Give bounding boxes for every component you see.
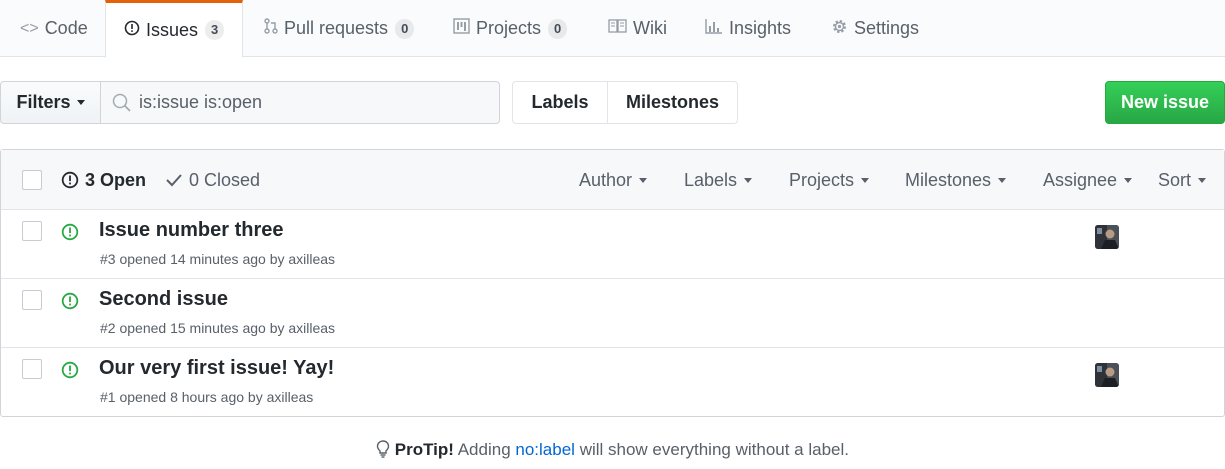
no-label-link[interactable]: no:label <box>515 440 575 459</box>
issue-meta: #2 opened 15 minutes ago by axilleas <box>100 320 336 336</box>
milestones-filter-label: Milestones <box>905 169 992 190</box>
labels-filter[interactable]: Labels <box>684 150 753 210</box>
labels-button[interactable]: Labels <box>512 81 608 124</box>
issue-meta: #3 opened 14 minutes ago by axilleas <box>100 251 336 267</box>
assignee-filter[interactable]: Assignee <box>1043 150 1133 210</box>
tab-code[interactable]: <> Code <box>20 0 88 57</box>
assignee-filter-label: Assignee <box>1043 169 1118 190</box>
issue-row: Our very first issue! Yay! #1 opened 8 h… <box>1 348 1224 417</box>
issue-checkbox[interactable] <box>22 359 42 379</box>
projects-filter-label: Projects <box>789 169 855 190</box>
tab-wiki-label: Wiki <box>633 18 667 38</box>
light-bulb-icon <box>376 440 390 458</box>
assignee-avatar[interactable] <box>1095 225 1119 249</box>
protip-text-after: will show everything without a label. <box>579 440 849 459</box>
issue-checkbox[interactable] <box>22 221 42 241</box>
closed-issues-toggle[interactable]: 0 Closed <box>165 150 260 210</box>
issue-meta: #1 opened 8 hours ago by axilleas <box>100 389 314 405</box>
issue-opened-icon <box>61 292 79 315</box>
assignee-avatar[interactable] <box>1095 363 1119 387</box>
graph-icon <box>705 18 723 39</box>
protip: ProTip! Adding no:label will show everyt… <box>0 440 1225 460</box>
tab-issues-label: Issues <box>146 19 199 40</box>
milestones-button[interactable]: Milestones <box>608 81 738 124</box>
sort-label: Sort <box>1158 169 1192 190</box>
project-icon <box>453 18 470 39</box>
author-filter[interactable]: Author <box>579 150 648 210</box>
tab-pull-requests-label: Pull requests <box>284 18 389 38</box>
labels-filter-label: Labels <box>684 169 738 190</box>
issue-opened-icon <box>124 20 140 41</box>
issue-title-link[interactable]: Our very first issue! Yay! <box>99 357 334 380</box>
chevron-down-icon <box>1124 177 1133 183</box>
issues-count-badge: 3 <box>205 20 225 40</box>
tab-issues[interactable]: Issues 3 <box>105 0 244 58</box>
issue-opened-icon <box>61 361 79 384</box>
chevron-down-icon <box>1198 177 1207 183</box>
repo-tab-nav: <> Code Issues 3 Pull requests 0 Project… <box>0 0 1225 58</box>
search-icon <box>111 92 133 114</box>
search-input[interactable] <box>139 92 489 113</box>
open-count-label: 3 Open <box>85 169 147 190</box>
tab-settings-label: Settings <box>854 18 920 38</box>
labels-milestones-group: Labels Milestones <box>512 81 738 124</box>
chevron-down-icon <box>861 177 870 183</box>
issue-opened-icon <box>61 223 79 246</box>
tab-settings[interactable]: Settings <box>831 0 919 57</box>
chevron-down-icon <box>76 100 85 105</box>
projects-filter[interactable]: Projects <box>789 150 870 210</box>
new-issue-button[interactable]: New issue <box>1105 81 1225 124</box>
book-icon <box>608 18 627 39</box>
tab-code-label: Code <box>44 18 88 38</box>
filters-button[interactable]: Filters <box>0 81 101 124</box>
tab-projects-label: Projects <box>476 18 542 38</box>
check-icon <box>166 174 182 187</box>
issue-checkbox[interactable] <box>22 290 42 310</box>
select-all-checkbox[interactable] <box>22 170 42 190</box>
tab-projects[interactable]: Projects 0 <box>453 0 568 57</box>
git-pull-request-icon <box>264 18 278 39</box>
tab-insights[interactable]: Insights <box>705 0 791 57</box>
issue-title-link[interactable]: Second issue <box>99 288 228 311</box>
issue-row: Second issue #2 opened 15 minutes ago by… <box>1 279 1224 348</box>
tab-wiki[interactable]: Wiki <box>608 0 667 57</box>
closed-count-label: 0 Closed <box>189 169 261 190</box>
tab-insights-label: Insights <box>729 18 792 38</box>
chevron-down-icon <box>744 177 753 183</box>
sort-menu[interactable]: Sort <box>1158 150 1207 210</box>
tab-pull-requests[interactable]: Pull requests 0 <box>264 0 415 57</box>
chevron-down-icon <box>998 177 1007 183</box>
projects-count-badge: 0 <box>548 18 568 39</box>
protip-text-before: Adding <box>457 440 511 459</box>
issue-row: Issue number three #3 opened 14 minutes … <box>1 210 1224 279</box>
protip-label: ProTip! <box>394 440 454 459</box>
issue-opened-icon <box>61 171 79 189</box>
open-issues-toggle[interactable]: 3 Open <box>61 150 146 210</box>
code-icon: <> <box>20 19 39 37</box>
issue-search[interactable] <box>100 81 500 124</box>
milestones-filter[interactable]: Milestones <box>905 150 1007 210</box>
chevron-down-icon <box>639 177 648 183</box>
issues-list: 3 Open 0 Closed Author Labels Projects M… <box>0 149 1225 417</box>
author-filter-label: Author <box>579 169 633 190</box>
gear-icon <box>831 18 848 40</box>
issue-title-link[interactable]: Issue number three <box>99 219 284 242</box>
pull-requests-count-badge: 0 <box>395 18 415 39</box>
filters-label: Filters <box>16 92 71 112</box>
issues-list-header: 3 Open 0 Closed Author Labels Projects M… <box>1 150 1224 210</box>
